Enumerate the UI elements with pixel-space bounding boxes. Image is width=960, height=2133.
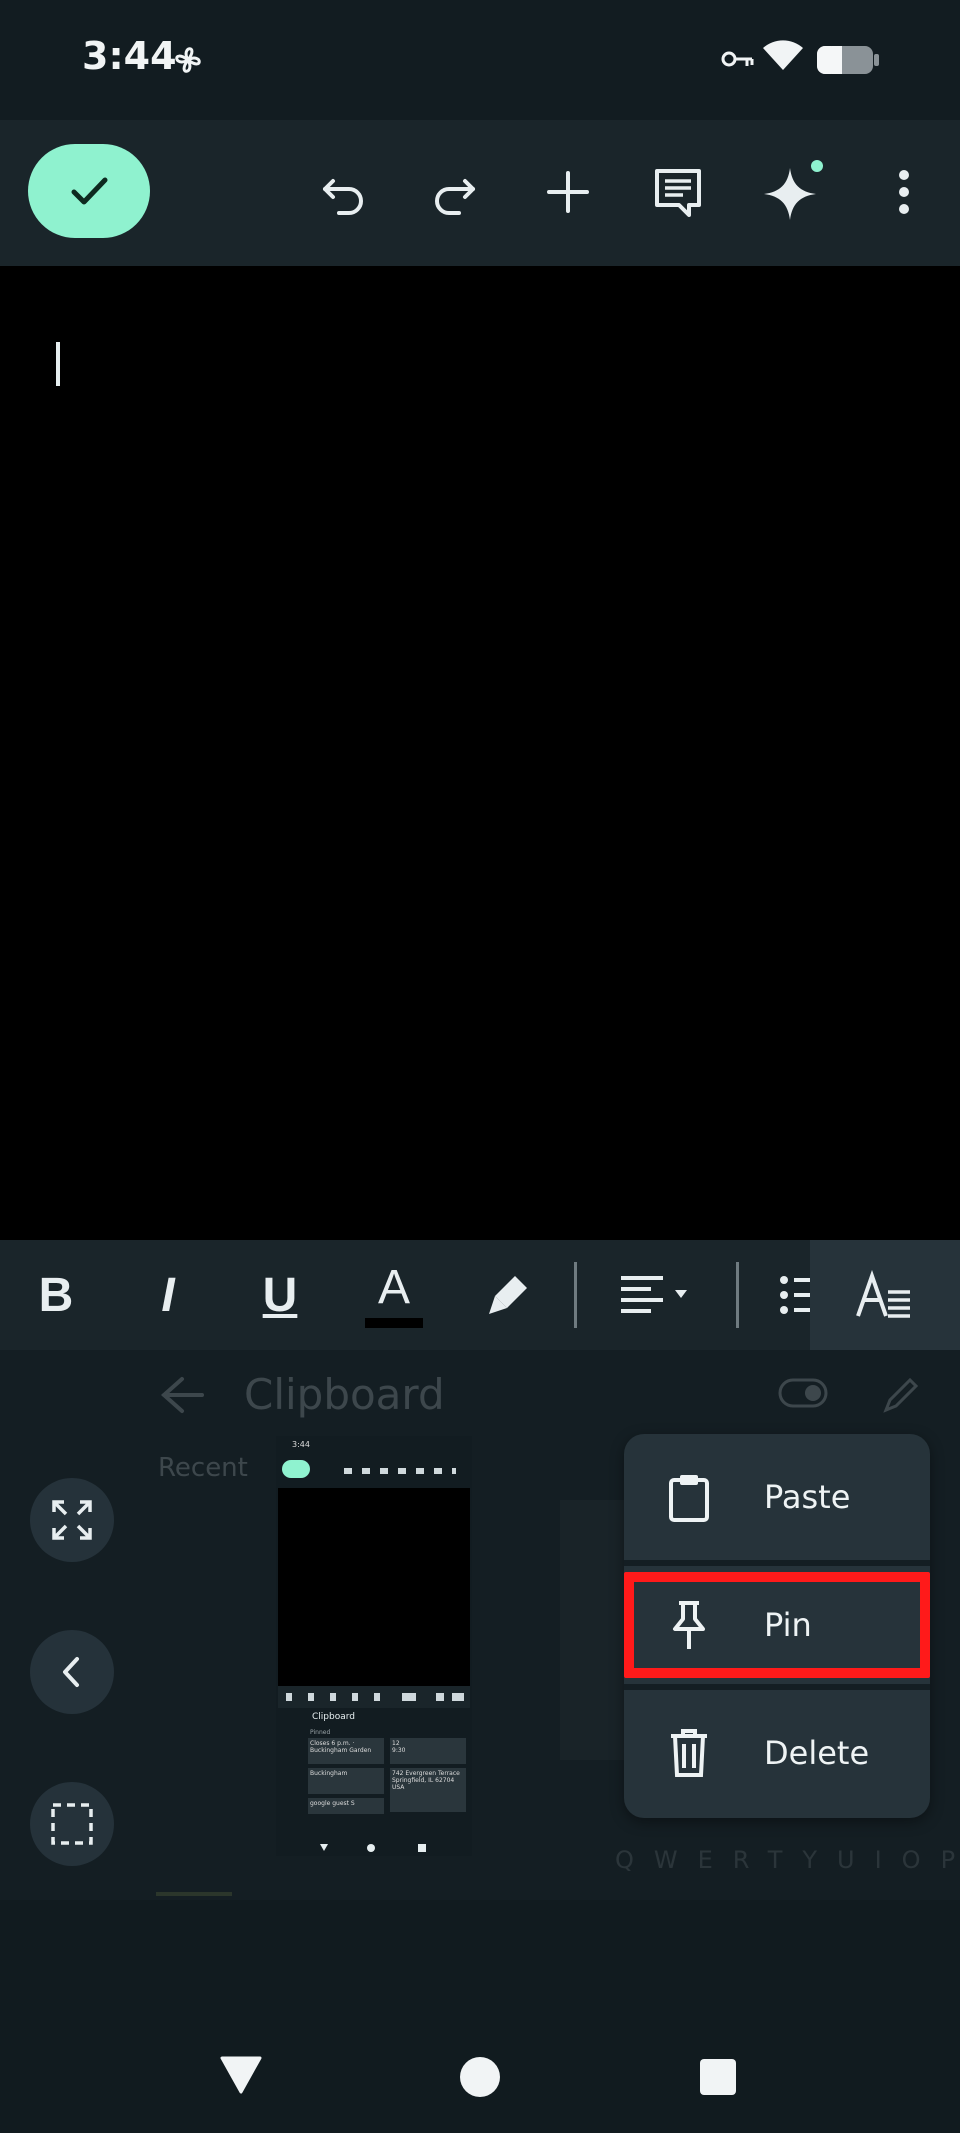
gemini-button[interactable] xyxy=(760,160,824,224)
thumbnail-card: 12 9:30 xyxy=(390,1738,466,1764)
previous-button[interactable] xyxy=(30,1630,114,1714)
select-region-icon xyxy=(51,1803,93,1845)
thumbnail-card-text: 9:30 xyxy=(392,1747,406,1754)
home-circle-icon xyxy=(460,2057,500,2097)
back-arrow-icon[interactable] xyxy=(160,1375,204,1415)
highlighter-icon xyxy=(489,1276,527,1314)
trash-icon xyxy=(662,1726,716,1780)
nav-home-button[interactable] xyxy=(459,2056,501,2102)
highlight-button[interactable] xyxy=(474,1250,542,1340)
thumbnail-card: Buckingham xyxy=(308,1768,384,1794)
thumbnail-title: Clipboard xyxy=(312,1712,355,1722)
check-icon xyxy=(71,177,108,205)
thumbnail-format-bar xyxy=(278,1686,470,1708)
comment-icon xyxy=(655,169,701,217)
thumbnail-card-text: 12 xyxy=(392,1740,400,1747)
clipboard-edit-button[interactable] xyxy=(882,1374,922,1418)
select-region-button[interactable] xyxy=(30,1782,114,1866)
pin-highlight-box xyxy=(624,1572,930,1678)
underline-button[interactable]: U xyxy=(246,1250,314,1340)
clipboard-title: Clipboard xyxy=(244,1370,445,1419)
more-options-button[interactable] xyxy=(872,160,936,224)
paste-menu-item[interactable]: Paste xyxy=(624,1434,930,1560)
thumbnail-card: Closes 6 p.m. · Buckingham Garden xyxy=(308,1738,384,1764)
italic-button[interactable]: I xyxy=(134,1250,202,1340)
toggle-icon xyxy=(778,1378,828,1408)
text-style-icon xyxy=(856,1270,910,1318)
scroll-indicator xyxy=(156,1892,232,1896)
text-color-label: A xyxy=(377,1261,410,1314)
text-style-button[interactable] xyxy=(810,1240,960,1350)
thumbnail-editor xyxy=(278,1488,470,1686)
redo-button[interactable] xyxy=(422,160,486,224)
delete-label: Delete xyxy=(764,1734,870,1772)
clipboard-header: Clipboard xyxy=(160,1370,445,1419)
undo-icon xyxy=(323,179,363,215)
comment-button[interactable] xyxy=(646,160,710,224)
expand-button[interactable] xyxy=(30,1478,114,1562)
thumbnail-card: google guest S xyxy=(308,1798,384,1814)
more-vert-icon xyxy=(899,170,909,214)
toolbar-divider xyxy=(736,1262,739,1328)
wifi-icon xyxy=(762,38,804,76)
delete-menu-item[interactable]: Delete xyxy=(624,1690,930,1816)
thumbnail-time: 3:44 xyxy=(292,1440,310,1449)
text-color-button[interactable]: A xyxy=(360,1250,428,1340)
thumbnail-nav xyxy=(320,1838,430,1852)
keyboard-row-faded: QWERTYUIOP xyxy=(615,1846,960,1874)
text-color-swatch xyxy=(365,1318,423,1328)
thumbnail-recent: Pinned xyxy=(310,1729,331,1736)
clipboard-screenshot-thumbnail[interactable]: 3:44 Clipboard Pinned Closes 6 p.m. · Bu… xyxy=(276,1436,472,1856)
thumbnail-card: 742 Evergreen Terrace Springfield, IL 62… xyxy=(390,1768,466,1812)
insert-button[interactable] xyxy=(536,160,600,224)
clipboard-icon xyxy=(662,1470,716,1524)
paste-label: Paste xyxy=(764,1478,851,1516)
bold-button[interactable]: B xyxy=(22,1250,90,1340)
add-icon xyxy=(547,171,589,213)
nav-recents-button[interactable] xyxy=(699,2058,737,2100)
text-cursor xyxy=(56,342,60,386)
align-button[interactable] xyxy=(616,1250,702,1340)
battery-icon xyxy=(816,44,880,80)
fan-icon xyxy=(170,42,206,82)
nav-back-button[interactable] xyxy=(220,2056,262,2098)
pencil-icon xyxy=(883,1377,919,1413)
back-icon xyxy=(63,1657,79,1687)
recents-square-icon xyxy=(700,2059,736,2095)
status-time: 3:44 xyxy=(82,34,177,78)
thumbnail-toolbar xyxy=(340,1462,466,1474)
thumbnail-check xyxy=(282,1460,310,1478)
recent-label: Recent xyxy=(158,1453,248,1483)
document-editor[interactable] xyxy=(0,266,960,1240)
undo-button[interactable] xyxy=(312,160,376,224)
back-triangle-icon xyxy=(220,2056,262,2094)
gemini-sparkle-icon xyxy=(764,160,823,220)
clipboard-toggle[interactable] xyxy=(778,1378,828,1412)
vpn-key-icon xyxy=(720,46,754,76)
toolbar-divider xyxy=(574,1262,577,1328)
expand-icon xyxy=(52,1500,92,1540)
redo-icon xyxy=(435,179,475,215)
bulleted-list-icon xyxy=(780,1276,814,1314)
align-left-icon xyxy=(621,1276,687,1313)
clipboard-card-faded xyxy=(560,1500,630,1760)
done-button[interactable] xyxy=(28,144,150,238)
